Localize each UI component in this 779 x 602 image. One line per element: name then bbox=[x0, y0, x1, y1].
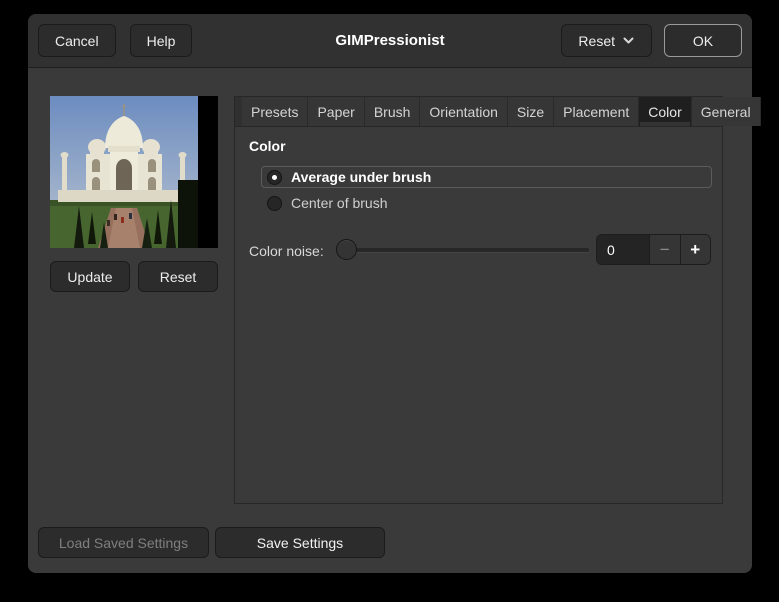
slider-track[interactable] bbox=[336, 248, 589, 252]
tab-color[interactable]: Color bbox=[639, 97, 692, 126]
radio-unselected-icon bbox=[267, 195, 282, 211]
color-section-heading: Color bbox=[249, 138, 286, 154]
tab-strip: Presets Paper Brush Orientation Size Pla… bbox=[235, 97, 761, 127]
minus-icon[interactable]: − bbox=[649, 235, 680, 264]
gimpressionist-dialog: Cancel Help GIMPressionist Reset OK Upda… bbox=[28, 14, 761, 573]
chevron-down-icon bbox=[622, 34, 635, 47]
tab-orientation[interactable]: Orientation bbox=[420, 97, 508, 126]
slider-handle[interactable] bbox=[336, 239, 357, 260]
radio-selected-icon bbox=[267, 169, 282, 185]
tab-general[interactable]: General bbox=[691, 97, 761, 126]
cancel-button[interactable]: Cancel bbox=[38, 24, 116, 57]
tab-presets[interactable]: Presets bbox=[242, 97, 309, 126]
tab-size[interactable]: Size bbox=[507, 97, 555, 126]
tab-brush[interactable]: Brush bbox=[364, 97, 421, 126]
radio-center-of-brush[interactable]: Center of brush bbox=[261, 192, 712, 214]
preview-reset-button[interactable]: Reset bbox=[138, 261, 218, 292]
tab-placement[interactable]: Placement bbox=[554, 97, 640, 126]
settings-notebook: Presets Paper Brush Orientation Size Pla… bbox=[234, 96, 761, 504]
color-noise-spinbox: 0 − + bbox=[596, 234, 711, 265]
preview-frame bbox=[50, 96, 218, 248]
color-noise-value-field[interactable]: 0 bbox=[597, 235, 649, 264]
radio-average-under-brush[interactable]: Average under brush bbox=[261, 166, 712, 188]
reset-menu-label: Reset bbox=[578, 32, 615, 49]
save-settings-button[interactable]: Save Settings bbox=[215, 527, 385, 558]
ok-button[interactable]: OK bbox=[664, 24, 742, 57]
radio-center-label: Center of brush bbox=[291, 195, 388, 211]
load-saved-settings-button[interactable]: Load Saved Settings bbox=[38, 527, 209, 558]
tab-paper[interactable]: Paper bbox=[308, 97, 365, 126]
color-noise-slider[interactable] bbox=[336, 239, 589, 261]
update-button[interactable]: Update bbox=[50, 261, 130, 292]
preview-image-taj-mahal bbox=[50, 96, 198, 248]
header-bar: Cancel Help GIMPressionist Reset OK bbox=[28, 14, 752, 68]
color-noise-label: Color noise: bbox=[249, 243, 324, 259]
radio-average-label: Average under brush bbox=[291, 169, 432, 185]
reset-menu-button[interactable]: Reset bbox=[561, 24, 652, 57]
plus-icon[interactable]: + bbox=[679, 235, 710, 264]
help-button[interactable]: Help bbox=[129, 24, 193, 57]
